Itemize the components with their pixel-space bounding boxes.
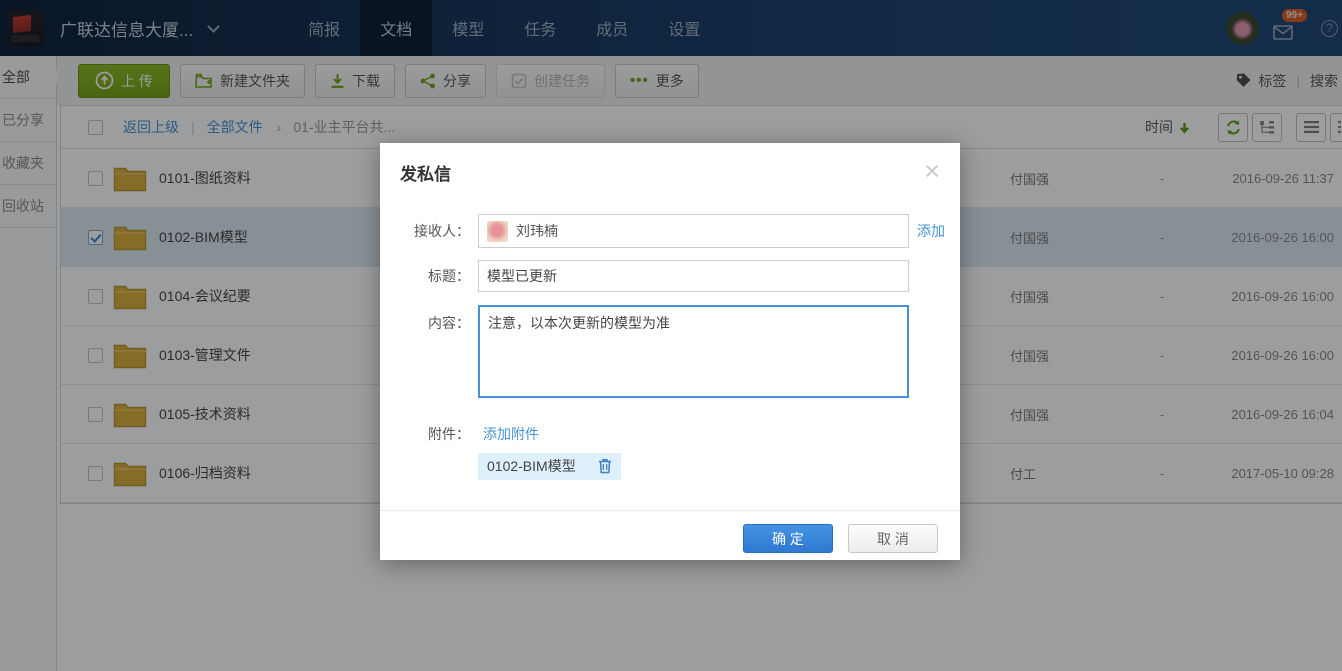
content-textarea[interactable]: 注意，以本次更新的模型为准	[478, 305, 909, 398]
cancel-button[interactable]: 取 消	[848, 524, 938, 553]
delete-attachment-button[interactable]	[598, 458, 612, 474]
add-recipient-link[interactable]: 添加	[917, 221, 945, 241]
attachment-row: 附件： 添加附件	[380, 424, 960, 444]
close-icon[interactable]: ×	[924, 160, 940, 182]
dialog-header: 发私信 ×	[380, 143, 960, 185]
dialog-footer: 确 定 取 消	[380, 510, 960, 553]
attachment-chip-row: 0102-BIM模型	[380, 453, 960, 480]
subject-label: 标题：	[385, 266, 470, 286]
send-message-dialog: 发私信 × 接收人： 刘玮楠 添加 标题： 内容： 注意，以本次更新的模型为准 …	[380, 143, 960, 560]
attachment-chip: 0102-BIM模型	[478, 453, 621, 480]
subject-row: 标题：	[380, 260, 960, 292]
attachment-name: 0102-BIM模型	[487, 456, 576, 476]
ok-button[interactable]: 确 定	[743, 524, 833, 553]
dialog-title: 发私信	[400, 160, 451, 185]
recipient-avatar	[487, 221, 508, 242]
content-label: 内容：	[385, 313, 470, 333]
content-row: 内容： 注意，以本次更新的模型为准	[380, 305, 960, 398]
attachment-label: 附件：	[385, 424, 470, 444]
recipient-field[interactable]: 刘玮楠	[478, 214, 909, 248]
recipient-label: 接收人：	[385, 221, 470, 241]
add-attachment-link[interactable]: 添加附件	[483, 424, 539, 444]
recipient-name: 刘玮楠	[516, 221, 558, 241]
subject-input[interactable]	[478, 260, 909, 292]
trash-icon	[598, 458, 612, 474]
recipient-row: 接收人： 刘玮楠 添加	[380, 214, 960, 248]
